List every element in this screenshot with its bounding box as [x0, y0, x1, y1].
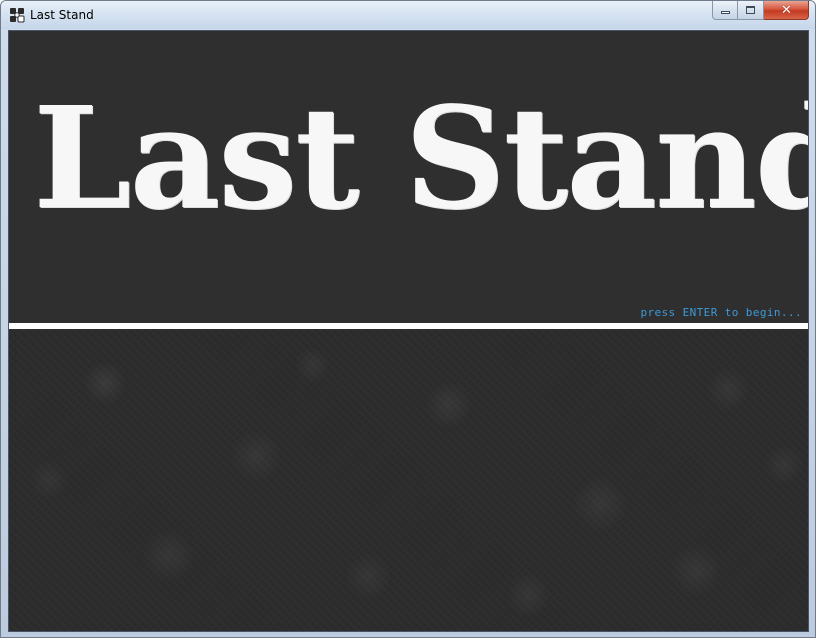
start-prompt: press ENTER to begin...: [640, 306, 802, 319]
close-icon: ✕: [781, 3, 792, 18]
close-button[interactable]: ✕: [764, 1, 809, 20]
maximize-icon: [746, 6, 755, 14]
game-title: Last Stand: [33, 77, 809, 241]
maximize-button[interactable]: [738, 1, 764, 20]
background-texture: [9, 329, 808, 631]
title-screen-header: Last Stand press ENTER to begin...: [9, 31, 808, 323]
window-title: Last Stand: [30, 8, 94, 22]
minimize-icon: [721, 11, 730, 14]
game-canvas[interactable]: Last Stand press ENTER to begin...: [8, 30, 809, 632]
minimize-button[interactable]: [712, 1, 738, 20]
app-window: Last Stand ✕ Last Stand press ENTER to b…: [0, 0, 816, 638]
caption-buttons: ✕: [712, 1, 809, 21]
game-controller-icon: [10, 8, 25, 23]
title-bar[interactable]: Last Stand ✕: [1, 1, 815, 29]
